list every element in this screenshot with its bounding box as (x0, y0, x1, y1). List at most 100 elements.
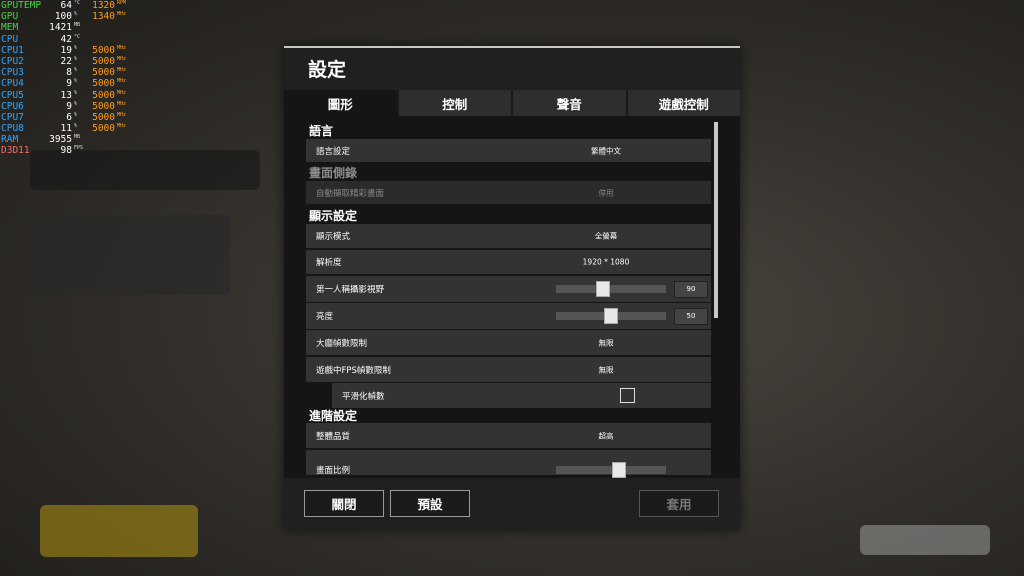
osd-value: 6 (66, 111, 72, 123)
quality-dropdown[interactable]: 超高 (599, 430, 614, 441)
smoothing-checkbox[interactable] (620, 388, 635, 403)
scale-slider-track[interactable] (556, 462, 666, 478)
bg-start-button (40, 505, 198, 557)
osd-row: D3D11 98 FPS (0, 145, 140, 156)
row-resolution[interactable]: 解析度 1920 * 1080 (306, 250, 711, 274)
row-auto-capture[interactable]: 自動擷取精彩畫面 停用 (306, 181, 711, 204)
bg-right-panel (860, 525, 990, 555)
row-display-mode[interactable]: 顯示模式 全螢幕 (306, 224, 711, 248)
brightness-slider-track[interactable] (556, 308, 666, 324)
osd-value: 9 (66, 78, 72, 90)
osd-value2: 5000 (92, 89, 115, 101)
scale-slider-handle[interactable] (612, 462, 626, 478)
row-smoothing: 平滑化幀數 (332, 383, 711, 408)
section-advanced: 進階設定 (309, 409, 358, 423)
osd-label: GPUTEMP (1, 0, 42, 11)
tab-controls[interactable]: 控制 (396, 90, 511, 116)
osd-value2: 5000 (92, 44, 115, 56)
row-label: 自動擷取精彩畫面 (316, 188, 385, 199)
osd-value: 3955 (49, 134, 72, 146)
settings-content: 語言 語言設定 繁體中文 畫面側錄 自動擷取精彩畫面 停用 顯示設定 顯示模式 … (284, 116, 740, 478)
brightness-slider-handle[interactable] (604, 308, 618, 324)
row-fpp-fov: 第一人稱攝影視野 90 (306, 276, 711, 302)
osd-unit: % (74, 123, 78, 130)
osd-row: GPU 100% 1340 MHz (0, 11, 140, 22)
auto-capture-dropdown[interactable]: 停用 (599, 187, 614, 198)
bg-character-card (30, 215, 230, 295)
osd-row: CPU8 11% 5000 MHz (0, 123, 140, 134)
osd-label: CPU7 (1, 111, 24, 123)
row-label: 語言設定 (316, 146, 351, 157)
section-replay: 畫面側錄 (309, 166, 358, 180)
row-brightness: 亮度 50 (306, 303, 711, 329)
osd-value: 9 (66, 100, 72, 112)
row-label: 第一人稱攝影視野 (316, 285, 385, 295)
fov-slider-handle[interactable] (596, 281, 610, 297)
osd-label: CPU1 (1, 44, 24, 56)
row-ingame-fps[interactable]: 遊戲中FPS幀數限制 無限 (306, 357, 711, 382)
osd-unit: % (74, 55, 78, 62)
tab-sound[interactable]: 聲音 (511, 90, 626, 116)
close-button[interactable]: 關閉 (304, 490, 384, 517)
apply-button[interactable]: 套用 (639, 490, 719, 517)
row-label: 解析度 (316, 258, 342, 268)
osd-value: 22 (60, 55, 72, 67)
osd-unit: FPS (74, 145, 84, 152)
osd-unit2: MHz (117, 78, 127, 85)
fov-slider-track[interactable] (556, 281, 666, 297)
osd-label: CPU4 (1, 78, 24, 90)
row-label: 遊戲中FPS幀數限制 (316, 365, 391, 376)
fov-value-field[interactable]: 90 (674, 280, 708, 298)
osd-row: MEM 1421 MB (0, 22, 140, 33)
row-label: 畫面比例 (316, 466, 351, 476)
osd-unit: % (74, 67, 78, 74)
osd-unit: % (74, 111, 78, 118)
tab-graphics[interactable]: 圖形 (284, 90, 397, 116)
osd-unit: MB (74, 22, 81, 29)
osd-value2: 5000 (92, 67, 115, 79)
display-mode-dropdown[interactable]: 全螢幕 (595, 231, 618, 242)
osd-value: 13 (60, 89, 72, 101)
osd-label: GPU (1, 11, 19, 23)
osd-value2: 1320 (92, 0, 115, 11)
osd-unit2: MHz (117, 100, 127, 107)
row-overall-quality[interactable]: 整體品質 超高 (306, 423, 711, 448)
osd-unit: °C (74, 33, 81, 40)
osd-unit: % (74, 11, 78, 18)
osd-value: 98 (60, 145, 72, 157)
osd-value: 1421 (49, 22, 72, 34)
default-button[interactable]: 預設 (390, 490, 470, 517)
osd-value2: 5000 (92, 123, 115, 135)
osd-value: 42 (60, 33, 72, 45)
osd-label: CPU5 (1, 89, 24, 101)
osd-value2: 5000 (92, 100, 115, 112)
osd-unit: % (74, 100, 78, 107)
row-label: 大廳幀數限制 (316, 338, 368, 349)
resolution-dropdown[interactable]: 1920 * 1080 (583, 258, 630, 267)
brightness-value-field[interactable]: 50 (674, 307, 708, 325)
ingame-fps-dropdown[interactable]: 無限 (599, 364, 614, 375)
tab-gameplay[interactable]: 遊戲控制 (625, 90, 740, 116)
osd-label: D3D11 (1, 145, 30, 157)
lobby-fps-dropdown[interactable]: 無限 (599, 337, 614, 348)
osd-value: 11 (60, 123, 72, 135)
section-language: 語言 (309, 124, 334, 138)
osd-label: CPU8 (1, 123, 24, 135)
dialog-top-border (284, 46, 740, 48)
row-label: 亮度 (316, 312, 334, 322)
section-display: 顯示設定 (309, 209, 358, 223)
osd-label: MEM (1, 22, 19, 34)
row-screen-scale: 畫面比例 (306, 450, 711, 478)
osd-label: CPU6 (1, 100, 24, 112)
content-scrollbar[interactable] (714, 122, 718, 318)
osd-unit2: MHz (117, 67, 127, 74)
osd-unit2: MHz (117, 123, 127, 130)
row-lobby-fps[interactable]: 大廳幀數限制 無限 (306, 330, 711, 355)
osd-unit: MB (74, 134, 81, 141)
row-label: 顯示模式 (316, 232, 351, 242)
osd-label: CPU2 (1, 55, 24, 67)
language-dropdown[interactable]: 繁體中文 (591, 145, 621, 156)
row-language-setting[interactable]: 語言設定 繁體中文 (306, 139, 711, 162)
row-label: 平滑化幀數 (342, 391, 385, 402)
osd-unit: % (74, 44, 78, 51)
